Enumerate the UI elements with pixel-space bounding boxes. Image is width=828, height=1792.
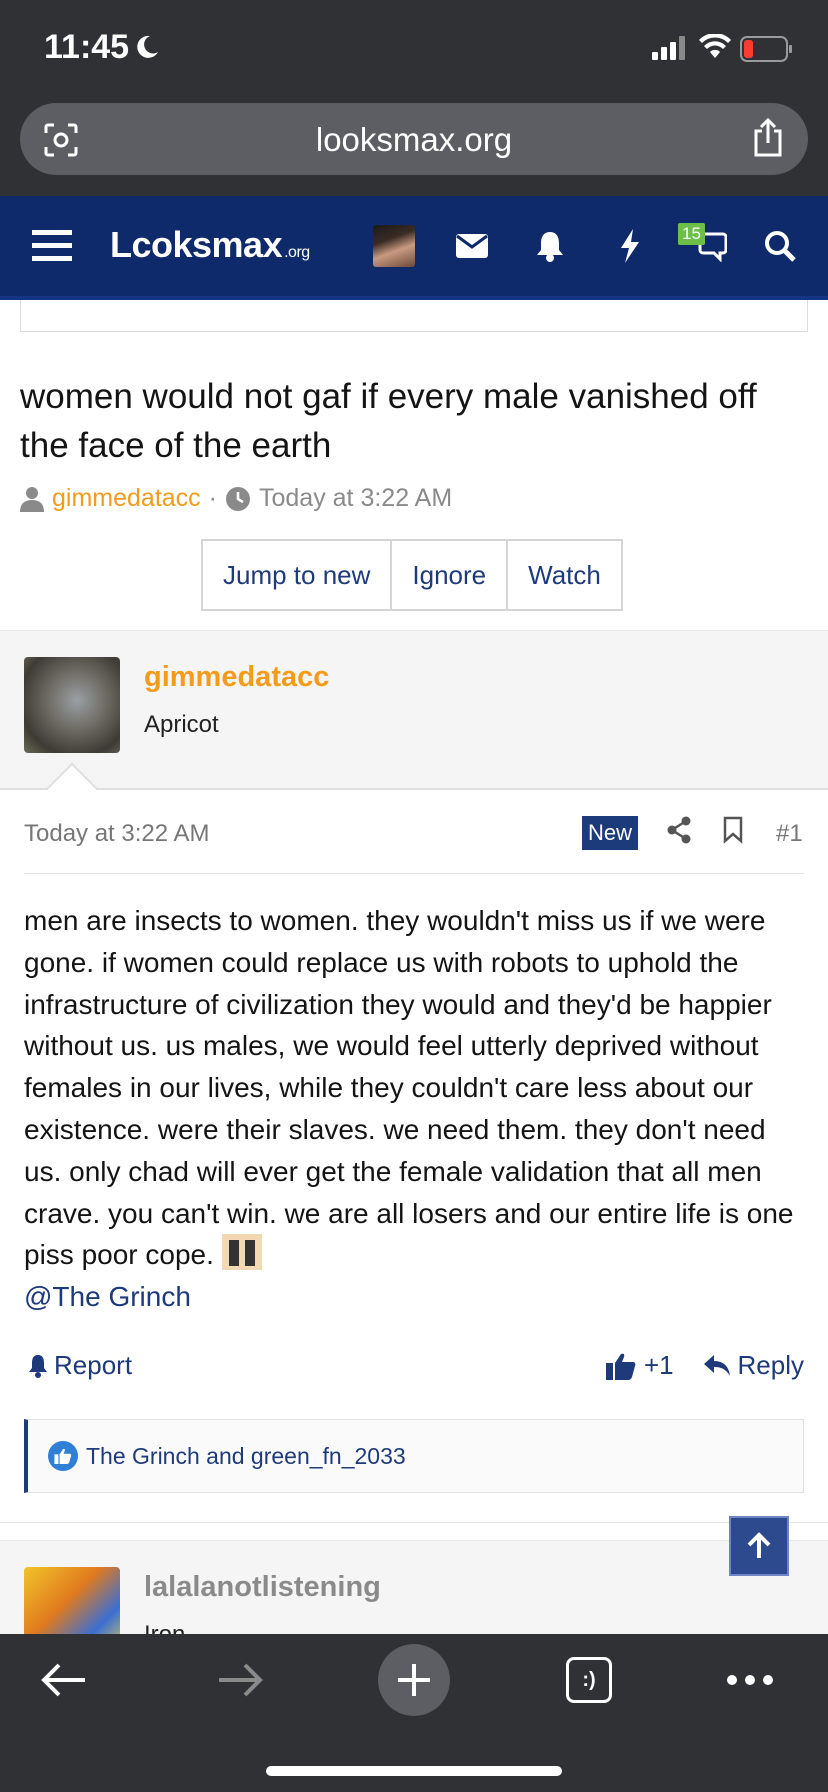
status-time: 11:45 xyxy=(44,28,130,66)
clock-icon xyxy=(226,486,250,511)
report-label: Report xyxy=(54,1350,133,1380)
share-icon[interactable] xyxy=(750,117,786,159)
thread-time: Today at 3:22 AM xyxy=(259,484,453,512)
breadcrumb-box[interactable] xyxy=(20,300,808,332)
browser-top-bar: 11:45 looksmax.org xyxy=(0,0,828,196)
lightning-icon[interactable] xyxy=(610,196,650,296)
browser-bottom-bar: :) xyxy=(0,1634,828,1792)
arrow-up-icon xyxy=(747,1532,771,1558)
reply-label: Reply xyxy=(737,1350,804,1380)
site-navbar: Lcoksmax .org xyxy=(0,196,828,300)
bell-icon xyxy=(29,1354,47,1378)
thread-title: women would not gaf if every male vanish… xyxy=(20,377,757,465)
post-username[interactable]: lalalanotlistening xyxy=(144,1571,381,1604)
scroll-to-top-button[interactable] xyxy=(729,1516,789,1576)
next-post-user-block: lalalanotlistening Iron xyxy=(0,1540,828,1634)
reply-icon xyxy=(703,1354,730,1376)
conversations-icon[interactable] xyxy=(686,196,730,296)
page-content: women would not gaf if every male vanish… xyxy=(0,300,828,1634)
new-badge: New xyxy=(582,816,639,850)
like-button[interactable]: +1 xyxy=(606,1350,674,1381)
wifi-icon xyxy=(699,34,731,58)
post-number[interactable]: #1 xyxy=(776,820,803,848)
hamburger-menu-icon[interactable] xyxy=(26,196,78,296)
tabs-count: :) xyxy=(566,1657,612,1703)
url-text[interactable]: looksmax.org xyxy=(20,121,808,159)
notification-badge: 15 xyxy=(678,223,705,245)
like-count: +1 xyxy=(644,1350,674,1380)
divider xyxy=(24,873,804,874)
home-indicator xyxy=(266,1766,562,1776)
new-tab-button[interactable] xyxy=(378,1634,450,1726)
user-title: Apricot xyxy=(144,711,219,738)
nav-avatar[interactable] xyxy=(372,196,416,296)
share-icon[interactable] xyxy=(666,816,692,844)
site-logo[interactable]: Lcoksmax .org xyxy=(110,224,310,266)
reactions-text[interactable]: The Grinch and green_fn_2033 xyxy=(86,1443,406,1470)
divider xyxy=(0,1522,828,1523)
avatar[interactable] xyxy=(24,657,120,753)
post-actions: Report +1 Reply xyxy=(24,1350,804,1390)
ignore-button[interactable]: Ignore xyxy=(392,541,509,609)
thread-actions: Jump to new Ignore Watch xyxy=(201,539,623,611)
user-title: Iron xyxy=(144,1621,185,1634)
tabs-button[interactable]: :) xyxy=(564,1634,614,1726)
user-icon xyxy=(20,486,44,512)
bookmark-icon[interactable] xyxy=(722,816,744,844)
mail-icon[interactable] xyxy=(452,196,492,296)
thread-meta: gimmedatacc · Today at 3:22 AM xyxy=(20,484,452,513)
mention-link[interactable]: @The Grinch xyxy=(24,1281,191,1312)
moon-icon xyxy=(137,35,158,58)
back-arrow-icon[interactable] xyxy=(36,1634,92,1726)
report-button[interactable]: Report xyxy=(28,1350,132,1381)
couple-emoji xyxy=(221,1234,262,1271)
post-body: men are insects to women. they wouldn't … xyxy=(24,900,808,1318)
reactions-bar[interactable]: The Grinch and green_fn_2033 xyxy=(24,1419,804,1493)
post-username[interactable]: gimmedatacc xyxy=(144,661,329,694)
address-bar[interactable]: looksmax.org xyxy=(20,103,808,175)
like-reaction-icon xyxy=(48,1441,78,1471)
post-text: men are insects to women. they wouldn't … xyxy=(24,905,794,1271)
thread-author-link[interactable]: gimmedatacc xyxy=(52,484,201,513)
post-user-block: gimmedatacc Apricot xyxy=(0,630,828,790)
forward-arrow-icon[interactable] xyxy=(212,1634,268,1726)
search-icon[interactable] xyxy=(760,196,800,296)
avatar[interactable] xyxy=(24,1567,120,1634)
post-date[interactable]: Today at 3:22 AM xyxy=(24,820,209,848)
jump-to-new-button[interactable]: Jump to new xyxy=(203,541,393,609)
battery-icon xyxy=(740,36,792,62)
signal-icon xyxy=(652,36,685,60)
thumbs-up-icon xyxy=(606,1353,636,1380)
watch-button[interactable]: Watch xyxy=(508,541,621,609)
reply-button[interactable]: Reply xyxy=(703,1350,804,1381)
bell-icon[interactable] xyxy=(530,196,570,296)
plus-icon xyxy=(398,1664,430,1696)
meta-separator: · xyxy=(208,484,217,512)
more-menu-icon[interactable] xyxy=(726,1634,774,1726)
